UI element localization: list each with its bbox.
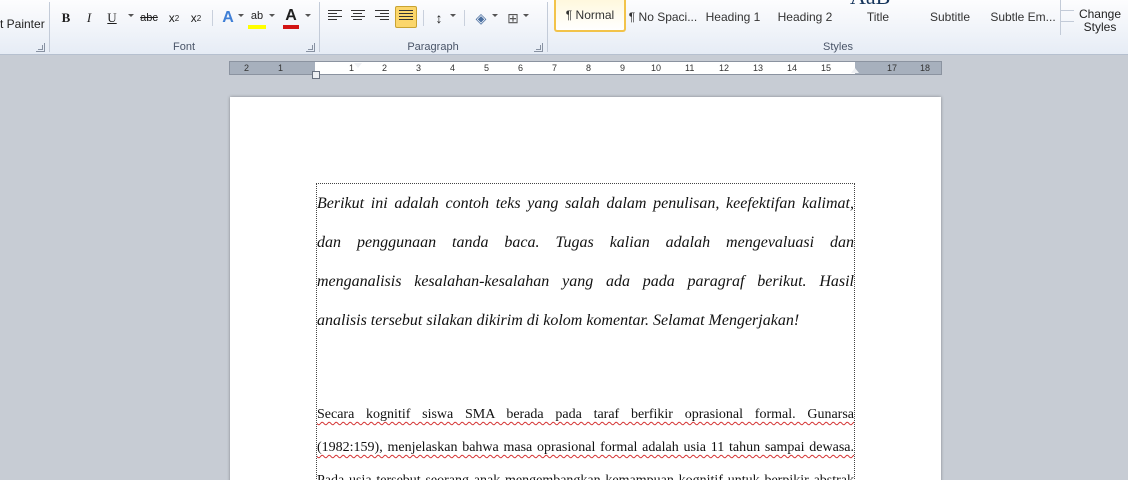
ruler-number: 10	[651, 63, 662, 73]
gallery-down-icon[interactable]	[1061, 11, 1074, 22]
font-group: B I U abc x2 x2 A ab A Font	[50, 0, 318, 55]
first-line-indent-marker[interactable]	[354, 63, 362, 68]
style-subtitle-label: Subtitle	[929, 10, 971, 24]
gallery-up-icon[interactable]	[1061, 0, 1074, 11]
font-group-label: Font	[172, 41, 195, 53]
ruler-number: 1	[278, 63, 284, 73]
style-subtitle[interactable]: Subtitle	[916, 0, 984, 32]
bold-button[interactable]: B	[58, 7, 74, 29]
align-right-icon[interactable]	[375, 10, 389, 24]
subscript-button[interactable]: x2	[165, 7, 183, 29]
paragraph-line: Berikut ini adalah contoh teks yang sala…	[317, 195, 854, 212]
styles-group: ¶ Normal ¶ No Spaci... AaBbCHeading 1 Aa…	[548, 0, 1128, 55]
style-title-label: Title	[866, 10, 890, 24]
font-launcher-icon[interactable]	[306, 43, 315, 52]
ruler-number: 18	[920, 63, 931, 73]
line-spacing-dropdown-icon[interactable]	[450, 14, 456, 17]
highlight-icon[interactable]: ab	[248, 7, 266, 29]
ruler-number: 17	[887, 63, 898, 73]
gallery-more-icon[interactable]	[1061, 22, 1074, 33]
horizontal-ruler[interactable]: 2 1 1 2 3 4 5 6 7 8 9 10 11 12 13 14 15 …	[229, 61, 942, 79]
paragraph-line: dan penggunaan tanda baca. Tugas kalian …	[317, 234, 854, 251]
change-styles-button[interactable]: Change Styles	[1077, 8, 1123, 34]
ruler-number: 8	[586, 63, 592, 73]
subscript-mark: 2	[174, 13, 180, 23]
paragraph-launcher-icon[interactable]	[534, 43, 543, 52]
left-indent-marker[interactable]	[312, 71, 320, 79]
format-painter-button[interactable]: t Painter	[0, 17, 45, 31]
instruction-paragraph[interactable]: Berikut ini adalah contoh teks yang sala…	[317, 184, 854, 340]
ruler-area: 2 1 1 2 3 4 5 6 7 8 9 10 11 12 13 14 15 …	[0, 55, 1128, 82]
style-heading-1-label: Heading 1	[705, 10, 761, 24]
styles-gallery-scroll[interactable]	[1060, 0, 1074, 35]
paragraph-group-label: Paragraph	[407, 41, 459, 53]
borders-icon[interactable]: ⊞	[505, 7, 521, 29]
ruler-number: 5	[484, 63, 490, 73]
style-normal[interactable]: ¶ Normal	[554, 0, 626, 32]
style-title[interactable]: AaBTitle	[842, 0, 914, 32]
paragraph-line: Pada usia tersebut seorang anak mengemba…	[317, 464, 854, 480]
ribbon: t Painter B I U abc x2 x2 A ab A Font ↕ …	[0, 0, 1128, 55]
style-heading-2[interactable]: AaBbCHeading 2	[770, 0, 840, 32]
ruler-number: 9	[620, 63, 626, 73]
body-paragraph[interactable]: Secara kognitif siswa SMA berada pada ta…	[317, 398, 854, 480]
paragraph-line: menganalisis kesalahan-kesalahan yang ad…	[317, 273, 854, 290]
clipboard-launcher-icon[interactable]	[36, 43, 45, 52]
ruler-number: 7	[552, 63, 558, 73]
highlight-dropdown-icon[interactable]	[269, 14, 275, 17]
italic-button[interactable]: I	[81, 7, 97, 29]
right-indent-marker[interactable]	[851, 68, 859, 73]
style-no-spacing[interactable]: ¶ No Spaci...	[628, 0, 698, 32]
align-left-icon[interactable]	[328, 10, 342, 24]
shading-icon[interactable]: ◈	[472, 7, 490, 29]
shading-dropdown-icon[interactable]	[492, 14, 498, 17]
font-color-dropdown-icon[interactable]	[305, 14, 311, 17]
paragraph-line: analisis tersebut silakan dikirim di kol…	[317, 312, 800, 329]
style-subtle-emphasis[interactable]: Subtle Em...	[986, 0, 1060, 32]
underline-dropdown-icon[interactable]	[128, 14, 134, 17]
style-subtle-emphasis-label: Subtle Em...	[990, 10, 1056, 24]
ruler-number: 2	[382, 63, 388, 73]
ruler-number: 3	[416, 63, 422, 73]
paragraph-group: ↕ ◈ ⊞ Paragraph	[320, 0, 546, 55]
text-box[interactable]: Berikut ini adalah contoh teks yang sala…	[316, 183, 855, 480]
borders-dropdown-icon[interactable]	[523, 14, 529, 17]
change-styles-label: Change Styles	[1078, 7, 1122, 34]
ruler-number: 11	[685, 63, 695, 73]
style-heading-2-label: Heading 2	[777, 10, 833, 24]
ruler-number: 2	[244, 63, 250, 73]
ruler-number: 14	[787, 63, 798, 73]
ruler-number: 12	[719, 63, 730, 73]
paragraph-line: Secara kognitif siswa SMA berada pada ta…	[317, 407, 854, 422]
superscript-mark: 2	[196, 13, 202, 23]
style-no-spacing-label: ¶ No Spaci...	[628, 10, 698, 24]
ruler-left-margin	[230, 62, 315, 74]
text-effects-dropdown-icon[interactable]	[238, 14, 244, 17]
divider	[212, 10, 213, 26]
paragraph-line: (1982:159), menjelaskan bahwa masa opras…	[317, 440, 854, 455]
style-normal-label: ¶ Normal	[565, 8, 615, 22]
ruler-number: 15	[821, 63, 832, 73]
text-effects-icon[interactable]: A	[220, 7, 236, 29]
underline-button[interactable]: U	[104, 7, 120, 29]
superscript-button[interactable]: x2	[187, 7, 205, 29]
justify-icon	[399, 10, 413, 24]
clipboard-group: t Painter	[0, 0, 48, 55]
document-page[interactable]: Berikut ini adalah contoh teks yang sala…	[230, 97, 941, 480]
align-center-icon[interactable]	[351, 10, 365, 24]
strikethrough-button[interactable]: abc	[138, 7, 160, 29]
ruler-number: 6	[518, 63, 524, 73]
style-heading-1[interactable]: AaBbCHeading 1	[700, 0, 766, 32]
ruler-number: 13	[753, 63, 764, 73]
line-spacing-icon[interactable]: ↕	[430, 7, 448, 29]
divider	[423, 10, 424, 26]
styles-group-label: Styles	[823, 41, 853, 53]
font-color-icon[interactable]: A	[283, 7, 299, 29]
divider	[464, 10, 465, 26]
ruler-number: 4	[450, 63, 456, 73]
